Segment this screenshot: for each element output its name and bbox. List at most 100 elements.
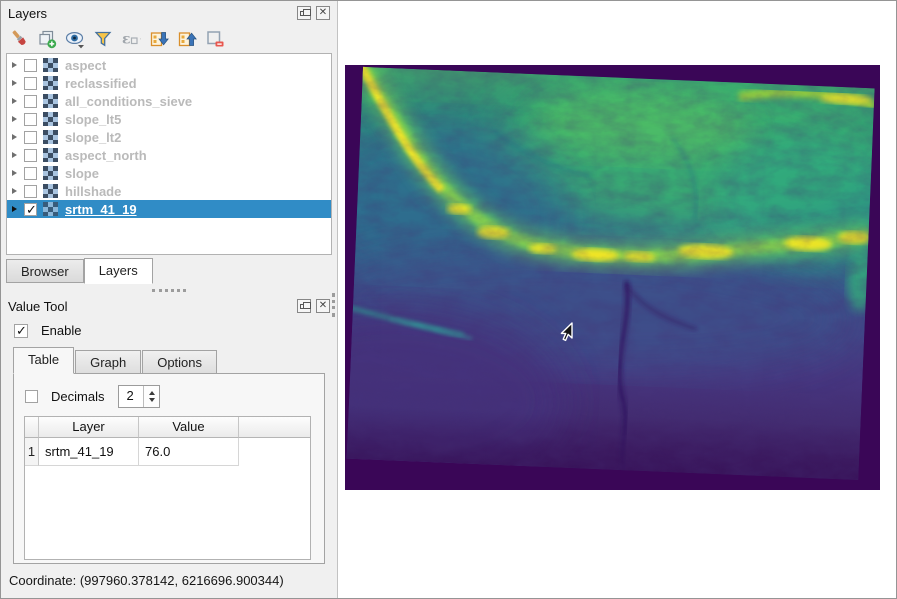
close-icon[interactable]: ✕ [316,6,330,20]
coordinate-status: Coordinate: (997960.378142, 6216696.9003… [9,573,284,588]
svg-text:ε: ε [122,31,131,47]
raster-layer-icon [43,166,59,180]
layer-checkbox[interactable] [24,148,37,162]
layers-panel-title: Layers [8,5,48,21]
layer-name: slope_lt5 [65,111,122,127]
enable-checkbox[interactable] [14,323,28,339]
layer-row-slope-lt2[interactable]: slope_lt2 [7,128,331,146]
raster-layer-icon [43,184,59,198]
float-icon[interactable] [297,6,311,20]
float-glyph [300,9,311,16]
expander-icon[interactable] [12,62,17,68]
layer-row-hillshade[interactable]: hillshade [7,182,331,200]
tab-browser[interactable]: Browser [6,259,84,283]
table-corner-cell [25,417,39,438]
decimals-spinner[interactable]: 2 [118,385,161,408]
layer-checkbox[interactable] [24,202,37,218]
value-table: Layer Value 1 srtm_41_19 76.0 [24,416,311,560]
header-filler [239,417,310,438]
spinner-down-icon[interactable] [148,398,155,402]
raster-layer-icon [43,112,59,126]
filter-legend-icon[interactable] [92,28,113,49]
tab-graph[interactable]: Graph [75,350,142,374]
cell-value[interactable]: 76.0 [139,438,239,466]
layer-name: reclassified [65,75,137,91]
expander-icon[interactable] [12,98,17,104]
value-tool-title: Value Tool [8,298,68,314]
collapse-all-icon[interactable] [176,28,197,49]
remove-layer-icon[interactable] [204,28,225,49]
float-glyph [300,302,311,309]
layer-row-aspect[interactable]: aspect [7,56,331,74]
expander-icon[interactable] [12,152,17,158]
expander-icon[interactable] [12,170,17,176]
table-row[interactable]: 1 srtm_41_19 76.0 [25,438,310,466]
cell-layer[interactable]: srtm_41_19 [39,438,139,466]
enable-row: Enable [1,318,337,345]
layer-checkbox[interactable] [24,58,37,72]
layer-name: aspect [65,57,107,73]
styling-brush-icon[interactable] [8,28,29,49]
decimals-value[interactable]: 2 [119,386,143,407]
expand-all-icon[interactable] [148,28,169,49]
tab-table[interactable]: Table [13,347,75,374]
column-header-layer: Layer [39,417,139,438]
tab-options[interactable]: Options [142,350,218,374]
float-icon[interactable] [297,299,311,313]
spinner-buttons[interactable] [143,386,160,407]
close-glyph: ✕ [318,7,328,18]
layer-name: slope [65,165,99,181]
layer-name: hillshade [65,183,122,199]
layer-row-slope-lt5[interactable]: slope_lt5 [7,110,331,128]
expression-filter-epsilon-icon[interactable]: ε [120,28,141,49]
dock-splitter-handle-vertical[interactable] [332,293,335,317]
layer-row-aspect-north[interactable]: aspect_north [7,146,331,164]
value-tool-tab-bar: Table Graph Options [13,347,337,374]
row-number: 1 [25,438,39,466]
layer-checkbox[interactable] [24,130,37,144]
srtm-raster-image [345,65,880,490]
decimals-checkbox[interactable] [25,390,38,403]
expander-icon[interactable] [12,206,17,212]
close-icon[interactable]: ✕ [316,299,330,313]
decimals-row: Decimals 2 [14,374,324,408]
layer-name: aspect_north [65,147,147,163]
map-canvas[interactable] [338,1,896,598]
expander-icon[interactable] [12,188,17,194]
value-table-header: Layer Value [25,417,310,438]
layer-checkbox[interactable] [24,112,37,126]
tab-layers[interactable]: Layers [83,258,153,284]
layer-name: srtm_41_19 [65,201,137,217]
layer-row-reclassified[interactable]: reclassified [7,74,331,92]
expander-icon[interactable] [12,116,17,122]
column-header-value: Value [139,417,239,438]
raster-layer-icon [43,94,59,108]
layer-checkbox[interactable] [24,184,37,198]
raster-layer-icon [43,130,59,144]
raster-layer-icon [43,148,59,162]
layer-row-slope[interactable]: slope [7,164,331,182]
raster-layer-icon [43,202,59,216]
layer-checkbox[interactable] [24,76,37,90]
left-dock-area: Layers ✕ ε aspect reclassified all_condi… [1,1,338,598]
mouse-cursor [560,322,573,342]
layer-row-srtm-41-19[interactable]: srtm_41_19 [7,200,331,218]
layer-tree: aspect reclassified all_conditions_sieve… [6,53,332,255]
dock-tab-bar: Browser Layers [6,258,337,286]
expander-icon[interactable] [12,134,17,140]
layer-checkbox[interactable] [24,94,37,108]
layer-name: all_conditions_sieve [65,93,193,109]
layer-row-all-conditions-sieve[interactable]: all_conditions_sieve [7,92,331,110]
value-tool-table-pane: Decimals 2 Layer Value 1 srtm_41_19 76.0 [13,373,325,564]
layer-checkbox[interactable] [24,166,37,180]
spinner-up-icon[interactable] [148,391,155,395]
expander-icon[interactable] [12,80,17,86]
layers-toolbar: ε [1,25,337,52]
dock-splitter-handle[interactable] [152,289,186,292]
decimals-label: Decimals [51,389,105,404]
map-themes-eye-icon[interactable] [64,28,85,49]
enable-label: Enable [41,323,82,338]
raster-layer-icon [43,58,59,72]
add-group-icon[interactable] [36,28,57,49]
layer-name: slope_lt2 [65,129,122,145]
